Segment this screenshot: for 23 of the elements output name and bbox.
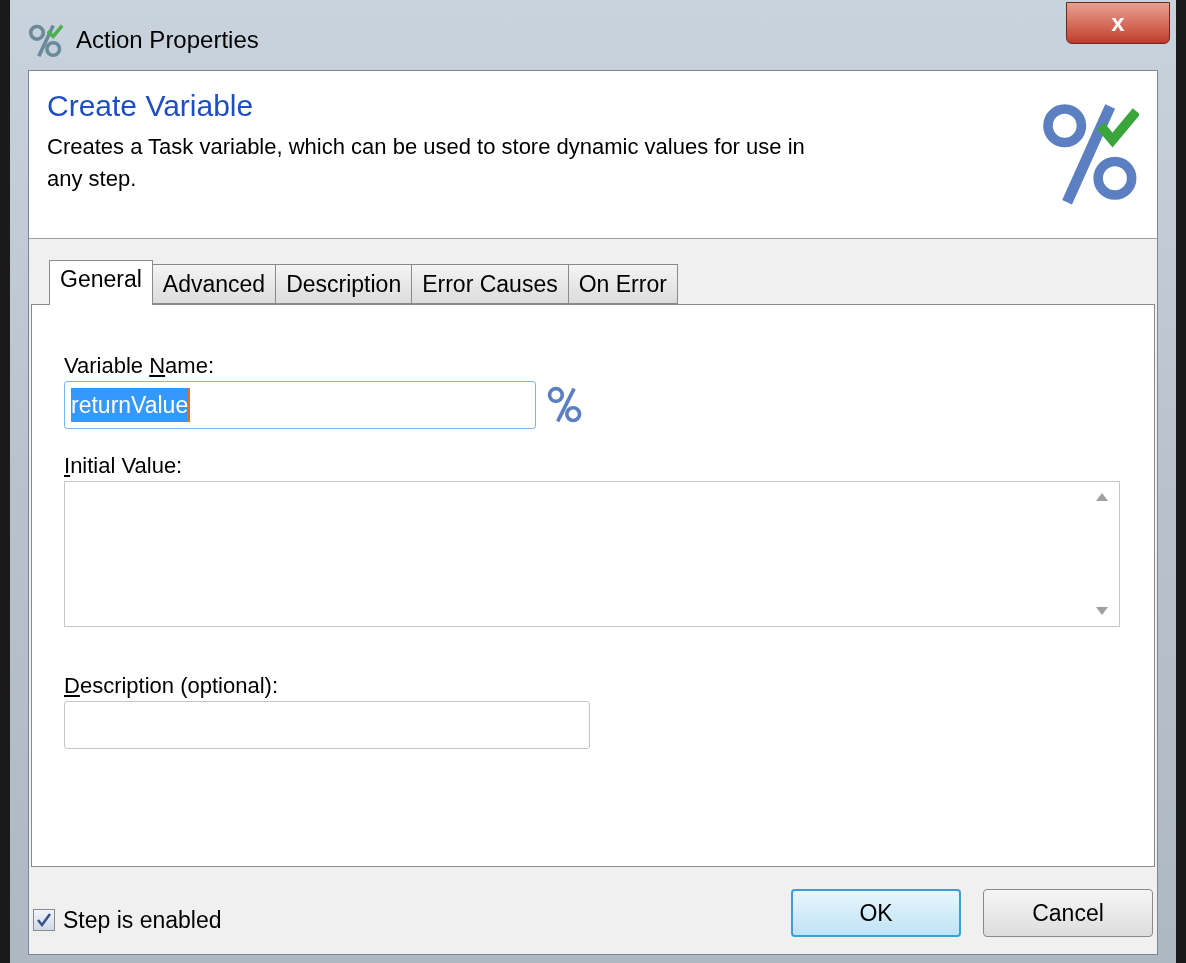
- dialog-button[interactable]: OK: [791, 889, 961, 938]
- initial-value-field[interactable]: [64, 481, 1120, 627]
- field-value: returnValue: [71, 387, 191, 423]
- field-label: Variable Name:: [64, 352, 215, 380]
- percent-icon[interactable]: [546, 385, 584, 425]
- tab[interactable]: General: [49, 260, 153, 305]
- tab[interactable]: On Error: [567, 264, 678, 304]
- tab[interactable]: Advanced: [151, 264, 277, 304]
- description-field[interactable]: [64, 701, 590, 749]
- window-title: Action Properties: [76, 25, 259, 55]
- tab[interactable]: Error Causes: [411, 264, 569, 304]
- percent-check-icon: [28, 22, 64, 58]
- check-icon: [36, 912, 52, 929]
- header-description: Creates a Task variable, which can be used to store dynamic values for use in any step.: [47, 133, 806, 193]
- tab[interactable]: Description: [275, 264, 413, 304]
- step-enabled-checkbox[interactable]: [33, 909, 55, 932]
- field-label: Description (optional):: [64, 672, 279, 700]
- field-label: Initial Value:: [64, 452, 184, 480]
- checkbox-label: Step is enabled: [63, 906, 222, 935]
- header-title: Create Variable: [47, 88, 255, 124]
- scroll-down-icon[interactable]: [1095, 606, 1109, 616]
- scroll-up-icon[interactable]: [1095, 492, 1109, 502]
- dialog-button[interactable]: Cancel: [983, 889, 1153, 938]
